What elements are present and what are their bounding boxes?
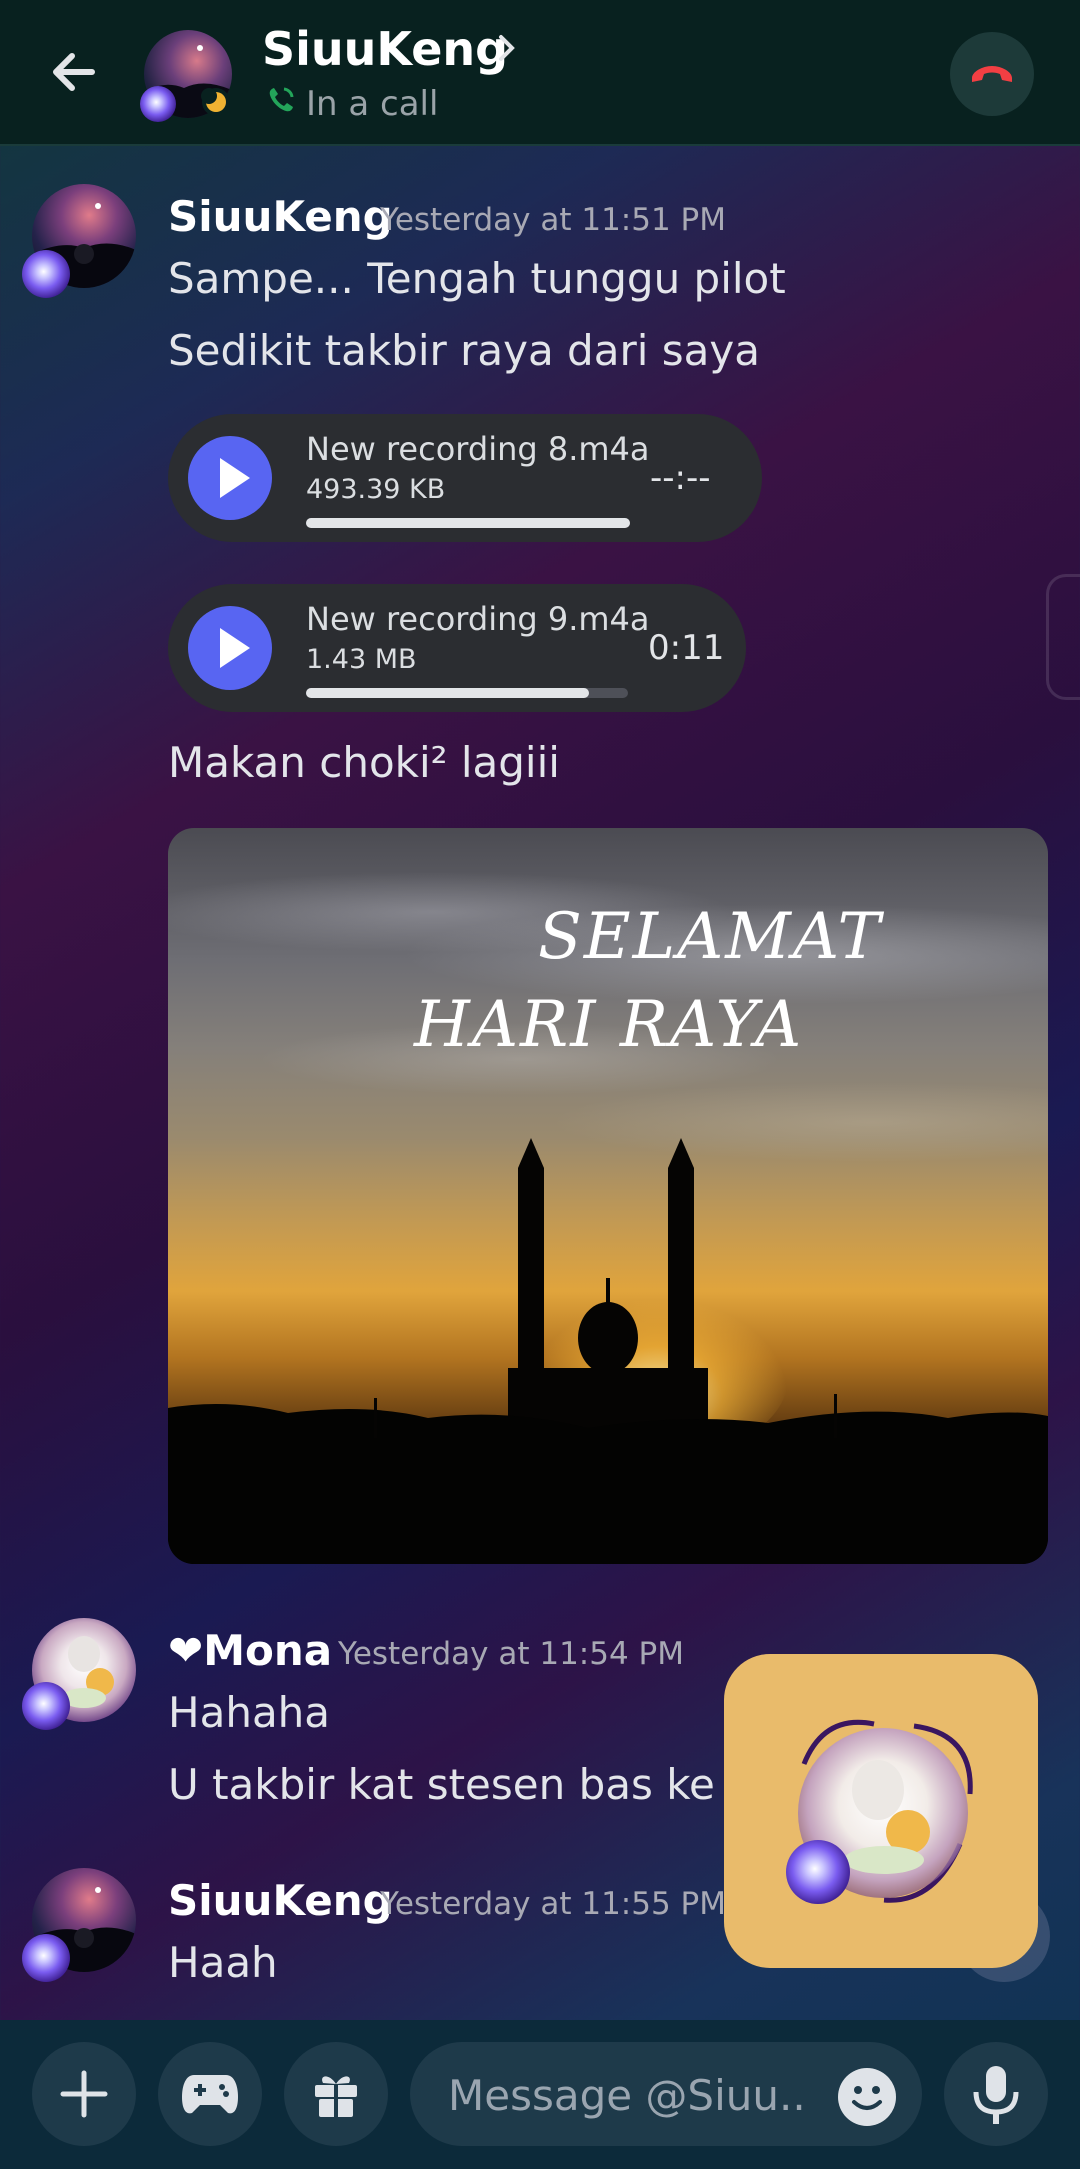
message-text: U takbir kat stesen bas ke — [168, 1760, 715, 1809]
audio-time: 0:11 — [648, 628, 725, 668]
avatar-decoration-orb-icon — [140, 86, 176, 122]
message-author[interactable]: ❤Mona — [168, 1626, 332, 1675]
message-text: Sedikit takbir raya dari saya — [168, 326, 760, 375]
audio-filesize: 1.43 MB — [306, 644, 417, 675]
message-text: Haah — [168, 1938, 278, 1987]
message-author[interactable]: SiuuKeng — [168, 1876, 393, 1925]
avatar-decoration-orb-icon — [22, 250, 70, 298]
idle-moon-icon — [201, 88, 230, 116]
smiley-icon — [852, 2086, 882, 2110]
microphone-icon — [973, 2066, 1019, 2124]
gamepad-icon — [182, 2075, 238, 2114]
image-attachment[interactable]: SELAMAT HARI RAYA — [168, 828, 1048, 1564]
audio-attachment: New recording 8.m4a 493.39 KB --:-- — [168, 414, 762, 542]
plus-icon — [60, 2070, 108, 2118]
message-input[interactable] — [446, 2066, 810, 2124]
message-timestamp: Yesterday at 11:54 PM — [338, 1636, 684, 1672]
activities-button[interactable] — [158, 2042, 262, 2146]
hang-up-icon — [972, 66, 1012, 82]
message-author[interactable]: SiuuKeng — [168, 192, 393, 241]
audio-filename[interactable]: New recording 8.m4a — [306, 430, 650, 468]
emoji-button[interactable] — [838, 2068, 896, 2126]
call-status: In a call — [266, 84, 438, 124]
avatar-decoration-orb-icon — [786, 1840, 850, 1904]
chevron-right-icon[interactable] — [496, 32, 518, 64]
message-timestamp: Yesterday at 11:51 PM — [380, 202, 726, 238]
message-timestamp: Yesterday at 11:55 PM — [380, 1886, 726, 1922]
back-arrow-icon[interactable] — [44, 42, 104, 102]
audio-progress-fill — [306, 518, 630, 528]
call-status-text: In a call — [306, 84, 439, 124]
voice-message-button[interactable] — [944, 2042, 1048, 2146]
avatar-decoration-orb-icon — [22, 1682, 70, 1730]
gift-icon — [315, 2076, 357, 2117]
message-text: Makan choki² lagiii — [168, 738, 560, 787]
dm-header: SiuuKeng In a call — [0, 0, 1080, 146]
play-button[interactable] — [188, 606, 272, 690]
audio-attachment: New recording 9.m4a 1.43 MB 0:11 — [168, 584, 746, 712]
message-text: Sampe... Tengah tunggu pilot — [168, 254, 786, 303]
audio-progress-track[interactable] — [306, 688, 628, 698]
audio-progress-track[interactable] — [306, 518, 630, 528]
message-text: Hahaha — [168, 1688, 331, 1737]
image-text-line: HARI RAYA — [414, 988, 804, 1062]
header-username[interactable]: SiuuKeng — [262, 22, 508, 76]
audio-time: --:-- — [650, 458, 711, 498]
image-text-line: SELAMAT — [538, 900, 883, 974]
composer-bar — [0, 2020, 1080, 2169]
play-button[interactable] — [188, 436, 272, 520]
gift-button[interactable] — [284, 2042, 388, 2146]
end-call-button[interactable] — [950, 32, 1034, 116]
add-attachment-button[interactable] — [32, 2042, 136, 2146]
call-participant-tile[interactable] — [724, 1654, 1038, 1968]
audio-filename[interactable]: New recording 9.m4a — [306, 600, 650, 638]
phone-call-icon — [266, 84, 296, 124]
message-input-field[interactable] — [410, 2042, 922, 2146]
side-panel-handle[interactable] — [1046, 574, 1080, 700]
avatar-decoration-orb-icon — [22, 1934, 70, 1982]
audio-progress-fill — [306, 688, 590, 698]
audio-filesize: 493.39 KB — [306, 474, 446, 505]
